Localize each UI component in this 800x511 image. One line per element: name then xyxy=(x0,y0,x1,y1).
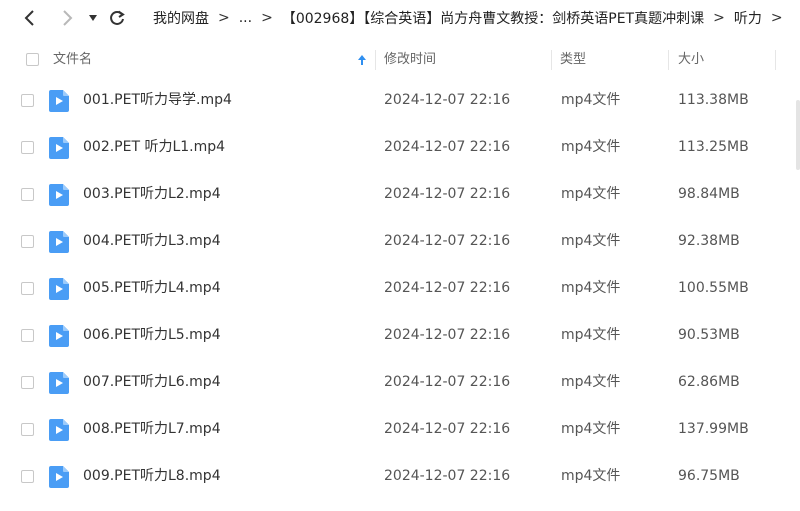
row-checkbox[interactable] xyxy=(21,282,34,295)
breadcrumb-folder[interactable]: 【002968】【综合英语】尚方舟曹文教授：剑桥英语PET真题冲刺课 xyxy=(282,8,704,28)
row-checkbox[interactable] xyxy=(21,235,34,248)
file-name[interactable]: 007.PET听力L6.mp4 xyxy=(83,359,221,406)
sort-button[interactable] xyxy=(357,44,369,76)
table-row[interactable]: 009.PET听力L8.mp4 2024-12-07 22:16 mp4文件 9… xyxy=(0,453,800,500)
file-modified: 2024-12-07 22:16 xyxy=(384,233,511,249)
row-checkbox[interactable] xyxy=(21,188,34,201)
back-button[interactable] xyxy=(18,6,42,30)
scrollbar-thumb[interactable] xyxy=(796,100,800,170)
video-file-icon xyxy=(49,90,69,112)
column-header-type[interactable]: 类型 xyxy=(560,44,586,76)
file-type: mp4文件 xyxy=(561,233,621,249)
file-size: 100.55MB xyxy=(678,280,749,296)
caret-down-icon xyxy=(89,15,97,21)
file-name[interactable]: 003.PET听力L2.mp4 xyxy=(83,171,221,218)
history-dropdown[interactable] xyxy=(86,6,100,30)
file-type: mp4文件 xyxy=(561,327,621,343)
file-name[interactable]: 002.PET 听力L1.mp4 xyxy=(83,124,225,171)
column-divider xyxy=(375,50,376,70)
column-header-name[interactable]: 文件名 xyxy=(53,44,92,76)
file-modified: 2024-12-07 22:16 xyxy=(384,468,511,484)
column-divider xyxy=(668,50,669,70)
file-size: 92.38MB xyxy=(678,233,740,249)
file-modified: 2024-12-07 22:16 xyxy=(384,374,511,390)
file-modified: 2024-12-07 22:16 xyxy=(384,186,511,202)
top-bar: 我的网盘 > ... > 【002968】【综合英语】尚方舟曹文教授：剑桥英语P… xyxy=(0,0,800,36)
video-file-icon xyxy=(49,466,69,488)
file-name[interactable]: 005.PET听力L4.mp4 xyxy=(83,265,221,312)
row-checkbox[interactable] xyxy=(21,376,34,389)
breadcrumb-ellipsis[interactable]: ... xyxy=(239,10,252,26)
file-list-header: 文件名 修改时间 类型 大小 xyxy=(0,44,800,76)
arrow-right-icon xyxy=(63,10,73,26)
row-checkbox[interactable] xyxy=(21,329,34,342)
refresh-button[interactable] xyxy=(106,6,128,30)
column-divider xyxy=(551,50,552,70)
row-checkbox[interactable] xyxy=(21,141,34,154)
table-row[interactable]: 003.PET听力L2.mp4 2024-12-07 22:16 mp4文件 9… xyxy=(0,171,800,218)
column-header-modified[interactable]: 修改时间 xyxy=(384,44,436,76)
file-size: 113.25MB xyxy=(678,139,749,155)
video-file-icon xyxy=(49,372,69,394)
table-row[interactable]: 004.PET听力L3.mp4 2024-12-07 22:16 mp4文件 9… xyxy=(0,218,800,265)
file-size: 96.75MB xyxy=(678,468,740,484)
video-file-icon xyxy=(49,419,69,441)
file-modified: 2024-12-07 22:16 xyxy=(384,92,511,108)
video-file-icon xyxy=(49,325,69,347)
column-header-size[interactable]: 大小 xyxy=(678,44,704,76)
table-row[interactable]: 002.PET 听力L1.mp4 2024-12-07 22:16 mp4文件 … xyxy=(0,124,800,171)
row-checkbox[interactable] xyxy=(21,423,34,436)
file-type: mp4文件 xyxy=(561,139,621,155)
file-modified: 2024-12-07 22:16 xyxy=(384,139,511,155)
file-type: mp4文件 xyxy=(561,421,621,437)
file-name[interactable]: 009.PET听力L8.mp4 xyxy=(83,453,221,500)
file-size: 98.84MB xyxy=(678,186,740,202)
file-modified: 2024-12-07 22:16 xyxy=(384,327,511,343)
select-all-checkbox[interactable] xyxy=(26,53,39,66)
file-name[interactable]: 004.PET听力L3.mp4 xyxy=(83,218,221,265)
table-row[interactable]: 007.PET听力L6.mp4 2024-12-07 22:16 mp4文件 6… xyxy=(0,359,800,406)
breadcrumb-separator: > xyxy=(261,10,273,26)
table-row[interactable]: 001.PET听力导学.mp4 2024-12-07 22:16 mp4文件 1… xyxy=(0,77,800,124)
file-name[interactable]: 001.PET听力导学.mp4 xyxy=(83,77,232,124)
file-name[interactable]: 006.PET听力L5.mp4 xyxy=(83,312,221,359)
file-size: 62.86MB xyxy=(678,374,740,390)
table-row[interactable]: 005.PET听力L4.mp4 2024-12-07 22:16 mp4文件 1… xyxy=(0,265,800,312)
breadcrumb-root[interactable]: 我的网盘 xyxy=(153,8,209,28)
breadcrumb-separator: > xyxy=(713,10,725,26)
file-size: 137.99MB xyxy=(678,421,749,437)
video-file-icon xyxy=(49,184,69,206)
row-checkbox[interactable] xyxy=(21,94,34,107)
column-divider xyxy=(775,50,776,70)
row-checkbox[interactable] xyxy=(21,470,34,483)
breadcrumb-separator: > xyxy=(770,10,783,26)
file-type: mp4文件 xyxy=(561,374,621,390)
sort-ascending-icon xyxy=(358,54,366,65)
forward-button[interactable] xyxy=(55,6,79,30)
file-modified: 2024-12-07 22:16 xyxy=(384,280,511,296)
video-file-icon xyxy=(49,137,69,159)
breadcrumb: 我的网盘 > ... > 【002968】【综合英语】尚方舟曹文教授：剑桥英语P… xyxy=(153,0,800,36)
file-type: mp4文件 xyxy=(561,186,621,202)
table-row[interactable]: 006.PET听力L5.mp4 2024-12-07 22:16 mp4文件 9… xyxy=(0,312,800,359)
file-size: 90.53MB xyxy=(678,327,740,343)
table-row[interactable]: 008.PET听力L7.mp4 2024-12-07 22:16 mp4文件 1… xyxy=(0,406,800,453)
refresh-icon xyxy=(110,10,125,25)
file-size: 113.38MB xyxy=(678,92,749,108)
video-file-icon xyxy=(49,278,69,300)
breadcrumb-separator: > xyxy=(218,10,230,26)
file-type: mp4文件 xyxy=(561,468,621,484)
file-type: mp4文件 xyxy=(561,280,621,296)
arrow-left-icon xyxy=(24,10,34,26)
breadcrumb-current[interactable]: 听力 xyxy=(734,8,762,28)
file-name[interactable]: 008.PET听力L7.mp4 xyxy=(83,406,221,453)
file-type: mp4文件 xyxy=(561,92,621,108)
file-modified: 2024-12-07 22:16 xyxy=(384,421,511,437)
video-file-icon xyxy=(49,231,69,253)
